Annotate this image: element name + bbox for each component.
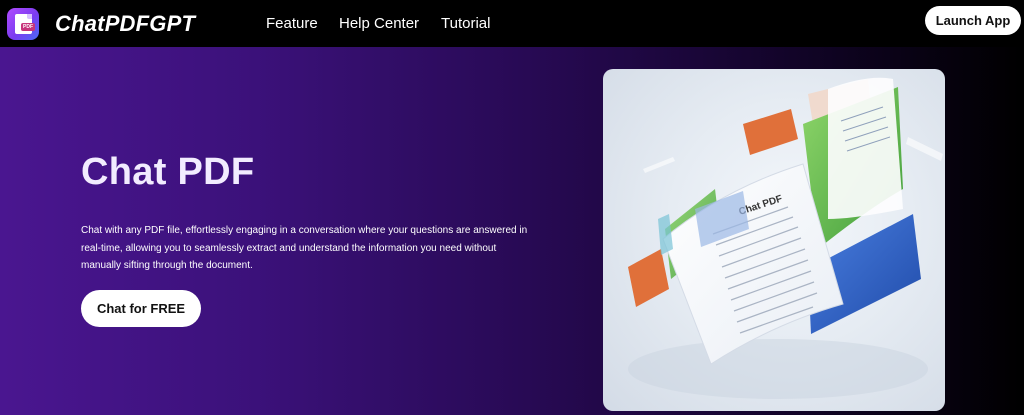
brand-name[interactable]: ChatPDFGPT <box>55 11 195 37</box>
chat-for-free-button[interactable]: Chat for FREE <box>81 290 201 327</box>
logo-icon[interactable]: PDF <box>7 8 39 40</box>
nav-link-feature[interactable]: Feature <box>266 15 318 32</box>
hero-illustration: Chat PDF <box>603 69 945 411</box>
logo-pdf-badge: PDF <box>21 23 35 31</box>
hero-section: Chat PDF Chat with any PDF file, effortl… <box>0 47 1024 415</box>
hero-title: Chat PDF <box>81 151 255 193</box>
hero-description: Chat with any PDF file, effortlessly eng… <box>81 225 528 271</box>
nav-link-tutorial[interactable]: Tutorial <box>441 15 490 32</box>
floating-documents-graphic: Chat PDF <box>628 77 943 399</box>
nav-link-help-center[interactable]: Help Center <box>339 15 419 32</box>
top-navbar: PDF ChatPDFGPT Feature Help Center Tutor… <box>0 0 1024 47</box>
launch-app-button[interactable]: Launch App <box>925 6 1021 35</box>
